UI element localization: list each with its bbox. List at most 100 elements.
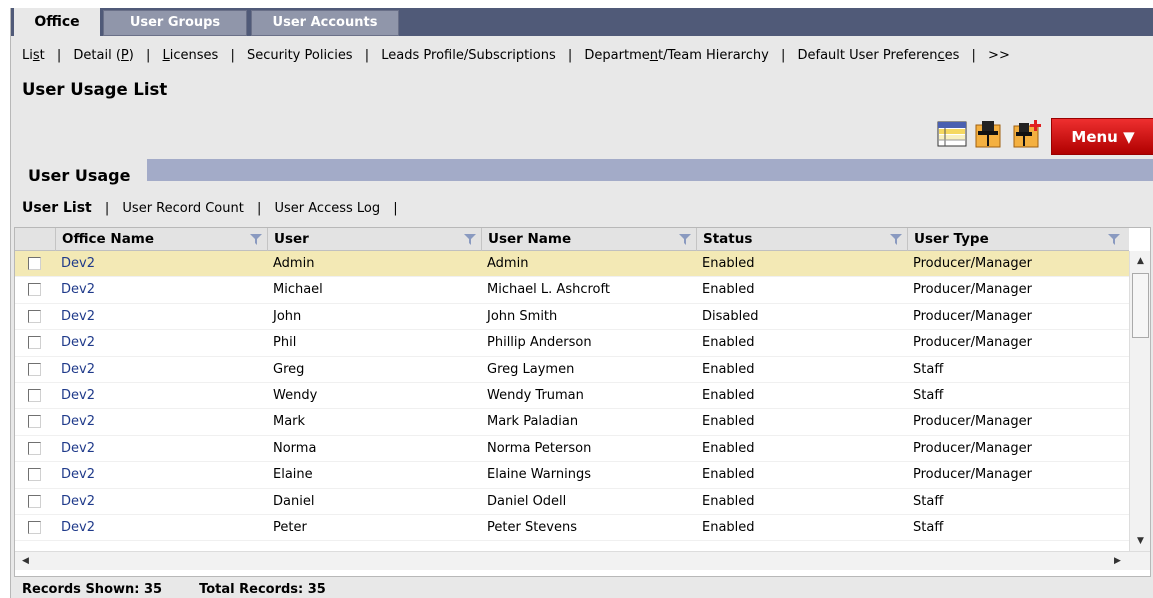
subnav-leads-profile-link[interactable]: Leads Profile/Subscriptions <box>381 48 555 63</box>
section-bar: User Usage <box>11 159 1153 188</box>
cell-status: Enabled <box>702 467 755 483</box>
header-user[interactable]: User <box>267 228 481 251</box>
cell-status: Enabled <box>702 519 755 535</box>
cell-status: Enabled <box>702 256 755 271</box>
grid-footer: Records Shown: 35 Total Records: 35 <box>22 582 326 597</box>
list-nav-user-list[interactable]: User List <box>22 200 92 216</box>
office-link[interactable]: Dev2 <box>61 462 95 488</box>
office-link[interactable]: Dev2 <box>61 330 95 356</box>
row-checkbox[interactable] <box>28 415 41 429</box>
pin-icon[interactable] <box>973 119 1003 149</box>
table-row[interactable]: Dev2 Daniel Daniel Odell Enabled Staff <box>15 489 1129 515</box>
office-link[interactable]: Dev2 <box>61 357 95 383</box>
separator: | <box>780 48 786 63</box>
filter-icon[interactable] <box>890 234 902 245</box>
office-link[interactable]: Dev2 <box>61 409 95 435</box>
tab-user-groups[interactable]: User Groups <box>103 10 247 36</box>
pin-add-icon[interactable] <box>1012 119 1042 149</box>
section-bar-fill <box>147 159 1153 181</box>
table-row[interactable]: Dev2 Norma Norma Peterson Enabled Produc… <box>15 436 1129 463</box>
cell-status: Disabled <box>702 308 759 324</box>
filter-icon[interactable] <box>1108 234 1120 245</box>
row-checkbox[interactable] <box>28 362 41 376</box>
row-checkbox[interactable] <box>28 441 41 455</box>
subnav-department-hierarchy-link[interactable]: Department/Team Hierarchy <box>584 48 768 63</box>
cell-user-name: Daniel Odell <box>487 493 567 509</box>
scroll-left-icon[interactable]: ◀ <box>17 552 34 570</box>
row-checkbox[interactable] <box>28 388 41 402</box>
list-nav-record-count[interactable]: User Record Count <box>122 201 243 216</box>
cell-user: Mark <box>273 414 306 430</box>
separator: | <box>971 48 976 63</box>
office-link[interactable]: Dev2 <box>61 304 95 330</box>
table-row[interactable]: Dev2 Greg Greg Laymen Enabled Staff <box>15 357 1129 383</box>
cell-user-type: Producer/Manager <box>913 308 1032 324</box>
list-nav-access-log[interactable]: User Access Log <box>275 201 381 216</box>
tab-user-accounts[interactable]: User Accounts <box>251 10 399 36</box>
filter-icon[interactable] <box>679 234 691 245</box>
tab-office[interactable]: Office <box>14 8 100 36</box>
filter-icon[interactable] <box>464 234 476 245</box>
header-label: Office Name <box>62 231 155 247</box>
subnav-more-link[interactable]: >> <box>988 48 1010 63</box>
subnav-licenses-link[interactable]: Licenses <box>163 48 219 63</box>
sub-navigation: List | Detail (P) | Licenses | Security … <box>22 48 1010 63</box>
office-link[interactable]: Dev2 <box>61 436 95 462</box>
cell-user-name: Michael L. Ashcroft <box>487 282 610 298</box>
header-office-name[interactable]: Office Name <box>55 228 267 251</box>
cell-user-name: Norma Peterson <box>487 440 592 456</box>
subnav-list-link[interactable]: List <box>22 48 45 63</box>
office-link[interactable]: Dev2 <box>61 383 95 409</box>
table-row[interactable]: Dev2 Mark Mark Paladian Enabled Producer… <box>15 409 1129 436</box>
section-tab-user-usage[interactable]: User Usage <box>11 159 147 188</box>
filter-icon[interactable] <box>250 234 262 245</box>
separator: | <box>230 48 235 63</box>
office-link[interactable]: Dev2 <box>61 515 95 541</box>
office-link[interactable]: Dev2 <box>61 489 95 515</box>
row-checkbox[interactable] <box>28 468 41 482</box>
cell-user-name: Admin <box>487 256 529 271</box>
cell-user-type: Staff <box>913 361 944 377</box>
office-link[interactable]: Dev2 <box>61 251 95 277</box>
cell-user-type: Producer/Manager <box>913 414 1032 430</box>
header-status[interactable]: Status <box>696 228 907 251</box>
menu-button[interactable]: Menu ▼ <box>1051 118 1153 155</box>
office-link[interactable]: Dev2 <box>61 277 95 303</box>
grid-layout-icon[interactable] <box>937 119 967 149</box>
header-user-type[interactable]: User Type <box>907 228 1125 251</box>
header-label: User <box>274 231 309 247</box>
row-checkbox[interactable] <box>28 309 41 323</box>
row-checkbox[interactable] <box>28 520 41 534</box>
row-checkbox[interactable] <box>28 257 41 270</box>
separator: | <box>567 48 573 63</box>
cell-user-name: Mark Paladian <box>487 414 579 430</box>
subnav-detail-link[interactable]: Detail (P) <box>73 48 133 63</box>
cell-user: Norma <box>273 440 317 456</box>
cell-user-type: Staff <box>913 519 944 535</box>
row-checkbox[interactable] <box>28 494 41 508</box>
subnav-security-policies-link[interactable]: Security Policies <box>247 48 353 63</box>
total-records: Total Records: 35 <box>199 582 326 597</box>
subnav-default-preferences-link[interactable]: Default User Preferences <box>798 48 960 63</box>
cell-user: John <box>273 308 302 324</box>
horizontal-scrollbar[interactable]: ◀ ▶ <box>15 551 1150 570</box>
table-row[interactable]: Dev2 Phil Phillip Anderson Enabled Produ… <box>15 330 1129 357</box>
cell-status: Enabled <box>702 440 755 456</box>
table-row[interactable]: Dev2 Peter Peter Stevens Enabled Staff <box>15 515 1129 542</box>
cell-user-type: Producer/Manager <box>913 467 1032 483</box>
cell-user-type: Producer/Manager <box>913 282 1032 298</box>
vertical-scroll-thumb[interactable] <box>1132 273 1149 338</box>
vertical-scrollbar[interactable]: ▲ ▼ <box>1129 251 1150 551</box>
cell-user: Peter <box>273 519 307 535</box>
table-row[interactable]: Dev2 Wendy Wendy Truman Enabled Staff <box>15 383 1129 410</box>
row-checkbox[interactable] <box>28 336 41 350</box>
table-row[interactable]: Dev2 Michael Michael L. Ashcroft Enabled… <box>15 277 1129 304</box>
header-user-name[interactable]: User Name <box>481 228 696 251</box>
scroll-up-icon[interactable]: ▲ <box>1132 252 1149 270</box>
table-row[interactable]: Dev2 Elaine Elaine Warnings Enabled Prod… <box>15 462 1129 489</box>
table-row[interactable]: Dev2 John John Smith Disabled Producer/M… <box>15 304 1129 331</box>
scroll-down-icon[interactable]: ▼ <box>1132 532 1149 550</box>
scroll-right-icon[interactable]: ▶ <box>1109 552 1126 570</box>
row-checkbox[interactable] <box>28 283 41 297</box>
table-row[interactable]: Dev2 Admin Admin Enabled Producer/Manage… <box>15 251 1129 278</box>
